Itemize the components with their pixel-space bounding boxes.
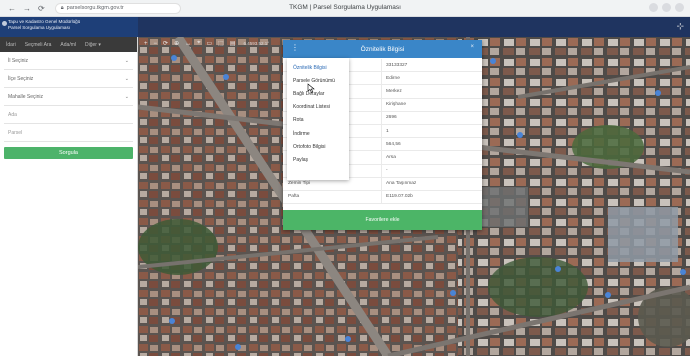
row-value: 1 [381,124,389,138]
province-select[interactable]: İl Seçiniz ⌄ [4,52,133,70]
menu-item-indirme[interactable]: İndirme [287,127,349,140]
app-name: Parsel Sorgulama Uygulaması [8,25,71,30]
modal-header: ⋮ Öznitelik Bilgisi × [283,40,482,58]
tab-ada[interactable]: Ada/ml [60,42,76,48]
zoom-out-icon[interactable]: − [154,41,158,47]
back-icon[interactable]: ← [8,4,16,13]
locate-icon[interactable]: ⊕ [174,40,179,47]
layers-icon[interactable]: ▤ [230,40,236,47]
mouse-cursor-icon [307,83,315,93]
menu-item-oznitelik[interactable]: Öznitelik Bilgisi [287,61,349,74]
kebab-menu-icon[interactable]: ⋮ [291,43,299,52]
address-bar[interactable]: 🔒︎ parselsorgu.tkgm.gov.tr [54,2,181,14]
maximize-icon[interactable] [662,3,671,12]
tab-diger[interactable]: Diğer ▾ [85,42,101,48]
tkgm-logo-icon [2,21,7,26]
row-value: Arsa [381,151,396,164]
table-row: Pafta E119.07.02b [283,190,482,205]
ada-placeholder: Ada [8,111,17,118]
chevron-down-icon: ⌄ [124,75,129,82]
row-key: Pafta [288,194,300,200]
window-actions [649,3,684,12]
menu-item-paylas[interactable]: Paylaş [287,153,349,166]
target-icon[interactable]: ⌖ [197,40,200,47]
zoom-in-icon[interactable]: + [144,41,148,47]
url-text: parselsorgu.tkgm.gov.tr [66,5,124,11]
reload-icon[interactable]: ⟳ [38,4,45,13]
district-select-label: İlçe Seçiniz [8,75,34,82]
browser-chrome: ← → ⟳ 🔒︎ parselsorgu.tkgm.gov.tr TKGM | … [0,0,690,17]
area-icon[interactable]: ▭ [206,40,212,47]
menu-item-ortofoto[interactable]: Ortofoto Bilgisi [287,140,349,153]
map-toolbar: + − ⟳ ⊕ ↔ ⌖ ▭ ⬚ ▤ 6.4593.52.1° [139,38,269,49]
close-window-icon[interactable] [675,3,684,12]
row-value: Merkez [381,85,402,98]
tab-idari[interactable]: İdari [6,42,16,48]
province-select-label: İl Seçiniz [8,57,29,64]
search-sidebar: İdari Seçmeli Ara Ada/ml Diğer ▾ İl Seçi… [0,37,138,356]
row-value: Edirne [381,72,400,85]
close-icon[interactable]: × [470,44,474,50]
row-value: - [381,164,388,177]
add-to-favorites-button[interactable]: Favorilere ekle [283,210,482,230]
ada-input[interactable]: Ada [4,106,133,124]
refresh-icon[interactable]: ⟳ [163,40,168,47]
modal-options-menu: Öznitelik Bilgisi Parsele Görünümü Bağlı… [287,58,349,180]
parsel-placeholder: Parsel [8,129,23,136]
neighborhood-select-label: Mahalle Seçiniz [8,93,44,100]
coordinate-readout: 6.4593.52.1° [243,41,270,46]
app-header: Tapu ve Kadastro Genel Müdürlüğü Parsel … [0,17,138,37]
row-value: 33133327 [381,59,407,72]
map-header-strip: ⊹ [138,17,690,37]
measure-icon[interactable]: ↔ [185,41,191,47]
expand-icon[interactable]: ⊹ [676,21,684,32]
browser-nav: ← → ⟳ [8,4,45,13]
query-button[interactable]: Sorgula [4,147,133,159]
row-value: 564,56 [381,138,401,151]
neighborhood-select[interactable]: Mahalle Seçiniz ⌄ [4,88,133,106]
menu-item-parsel-gorunumu[interactable]: Parsele Görünümü [287,74,349,87]
menu-item-rota[interactable]: Rota [287,114,349,127]
row-value: E119.07.02b [381,190,413,204]
menu-item-koordinat-listesi[interactable]: Koordinat Listesi [287,101,349,114]
row-key: Zemin Tipi [288,181,311,187]
select-icon[interactable]: ⬚ [218,40,224,47]
menu-item-bagli-detaylar[interactable]: Bağlı Detaylar [287,87,349,100]
minimize-icon[interactable] [649,3,658,12]
chevron-down-icon: ⌄ [124,93,129,100]
lock-icon: 🔒︎ [60,4,64,11]
forward-icon[interactable]: → [23,4,31,13]
row-value: Kirişhane [381,98,406,111]
search-tabs: İdari Seçmeli Ara Ada/ml Diğer ▾ [0,37,137,52]
row-value: Ana Taşınmaz [381,177,416,190]
district-select[interactable]: İlçe Seçiniz ⌄ [4,70,133,88]
row-value: 2696 [381,111,397,124]
chevron-down-icon: ⌄ [124,57,129,64]
tab-secmeli-ara[interactable]: Seçmeli Ara [25,42,52,48]
modal-title: Öznitelik Bilgisi [360,45,405,53]
parsel-input[interactable]: Parsel [4,124,133,142]
